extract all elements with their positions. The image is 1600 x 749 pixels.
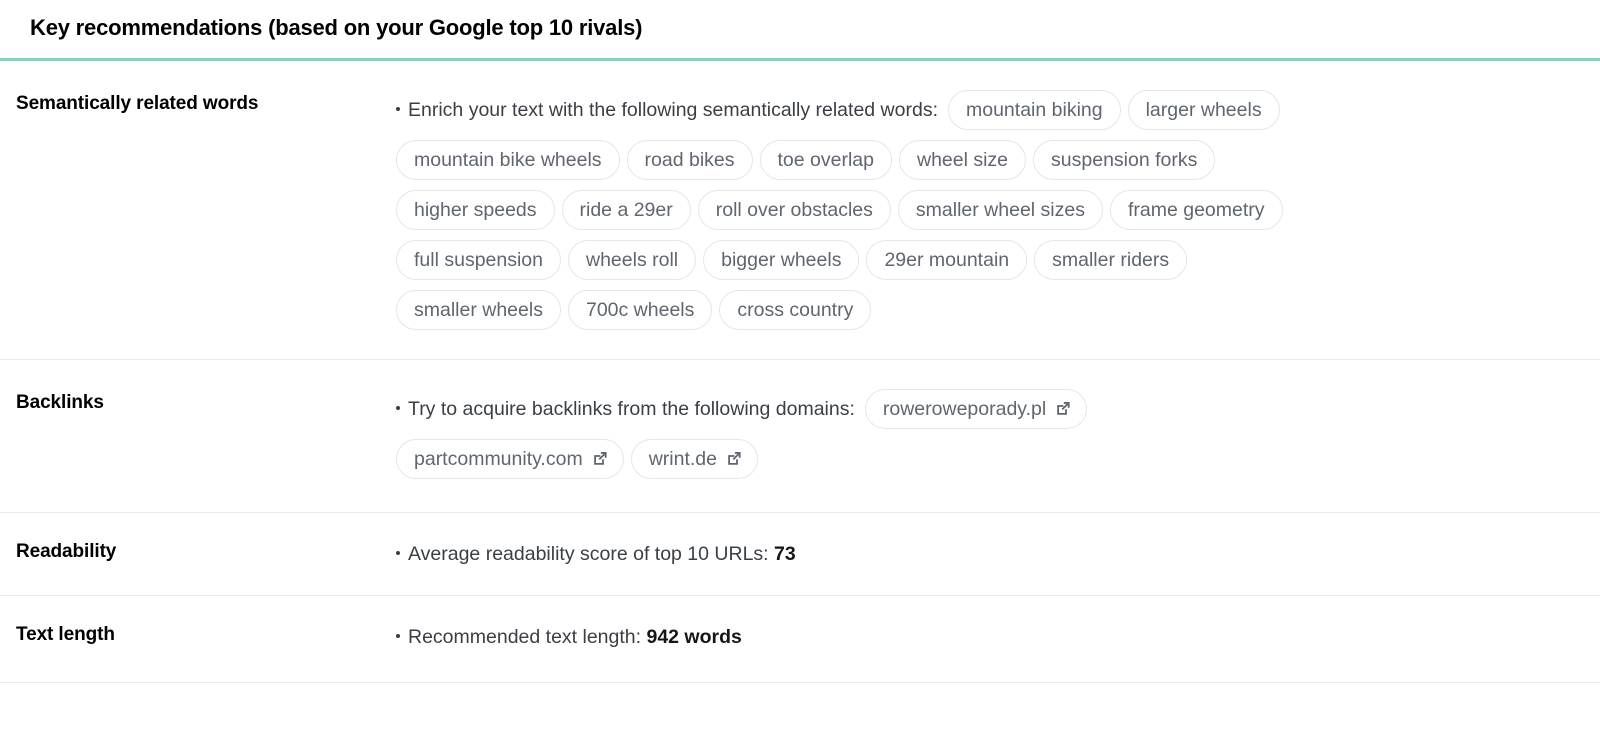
semantic-words-flow: Enrich your text with the following sema… [396, 85, 1576, 335]
bullet-icon [396, 107, 400, 112]
semantic-word-pill[interactable]: mountain biking [948, 90, 1121, 130]
section-label-backlinks: Backlinks [16, 392, 104, 413]
semantic-word-pill[interactable]: mountain bike wheels [396, 140, 620, 180]
semantic-word-pill[interactable]: wheels roll [568, 240, 697, 280]
backlinks-flow: Try to acquire backlinks from the follow… [396, 384, 1576, 484]
semantic-word-pill[interactable]: smaller wheel sizes [897, 190, 1103, 230]
section-label-semantic-words: Semantically related words [16, 93, 259, 114]
bullet-icon [396, 551, 400, 556]
bullet-icon [396, 634, 400, 639]
readability-text: Average readability score of top 10 URLs… [408, 543, 769, 565]
backlink-domain-pill[interactable]: wrint.de [630, 439, 758, 479]
section-body-backlinks: Try to acquire backlinks from the follow… [396, 384, 1600, 484]
panel-header: Key recommendations (based on your Googl… [0, 0, 1600, 58]
semantic-word-pill[interactable]: higher speeds [396, 190, 555, 230]
recommendation-row-semantic-words: Semantically related words Enrich your t… [0, 61, 1600, 360]
section-label-text-length: Text length [16, 624, 115, 645]
text-length-statement: Recommended text length: 942 words [396, 622, 1576, 652]
recommendation-row-text-length: Text length Recommended text length: 942… [0, 596, 1600, 683]
semantic-word-pill[interactable]: roll over obstacles [697, 190, 891, 230]
backlinks-lead: Try to acquire backlinks from the follow… [396, 398, 855, 420]
text-length-text: Recommended text length: [408, 626, 642, 648]
section-body-readability: Average readability score of top 10 URLs… [396, 539, 1600, 569]
readability-statement: Average readability score of top 10 URLs… [396, 539, 1576, 569]
semantic-words-lead: Enrich your text with the following sema… [396, 99, 938, 121]
backlink-domain-label: wrint.de [648, 448, 717, 470]
section-label-readability: Readability [16, 541, 117, 562]
semantic-word-pill[interactable]: suspension forks [1033, 140, 1216, 180]
external-link-icon [726, 450, 743, 467]
backlink-domain-pill[interactable]: roweroweporady.pl [864, 389, 1088, 429]
semantic-word-pill[interactable]: bigger wheels [703, 240, 860, 280]
external-link-icon [592, 450, 609, 467]
recommendation-row-backlinks: Backlinks Try to acquire backlinks from … [0, 360, 1600, 513]
section-body-semantic-words: Enrich your text with the following sema… [396, 85, 1600, 335]
semantic-word-pill[interactable]: cross country [719, 290, 872, 330]
backlink-domain-label: roweroweporady.pl [882, 398, 1047, 420]
readability-value: 73 [774, 543, 796, 565]
text-length-value: 942 words [646, 626, 742, 648]
semantic-word-pill[interactable]: wheel size [898, 140, 1027, 180]
page-title: Key recommendations (based on your Googl… [30, 15, 643, 40]
key-recommendations-panel: Key recommendations (based on your Googl… [0, 0, 1600, 683]
semantic-word-pill[interactable]: smaller riders [1034, 240, 1188, 280]
backlinks-lead-text: Try to acquire backlinks from the follow… [408, 398, 855, 420]
backlink-domain-pill[interactable]: partcommunity.com [396, 439, 624, 479]
semantic-word-pill[interactable]: smaller wheels [396, 290, 561, 330]
semantic-word-pill[interactable]: 700c wheels [567, 290, 713, 330]
external-link-icon [1055, 400, 1072, 417]
semantic-word-pill[interactable]: road bikes [626, 140, 753, 180]
semantic-word-pill[interactable]: 29er mountain [866, 240, 1028, 280]
backlink-domain-label: partcommunity.com [414, 448, 583, 470]
recommendation-row-readability: Readability Average readability score of… [0, 513, 1600, 596]
semantic-words-lead-text: Enrich your text with the following sema… [408, 99, 938, 121]
section-body-text-length: Recommended text length: 942 words [396, 622, 1600, 652]
semantic-word-pill[interactable]: larger wheels [1127, 90, 1280, 130]
semantic-word-pill[interactable]: full suspension [396, 240, 561, 280]
semantic-word-pill[interactable]: frame geometry [1109, 190, 1283, 230]
semantic-word-pill[interactable]: toe overlap [759, 140, 892, 180]
bullet-icon [396, 406, 400, 411]
semantic-word-pill[interactable]: ride a 29er [561, 190, 691, 230]
